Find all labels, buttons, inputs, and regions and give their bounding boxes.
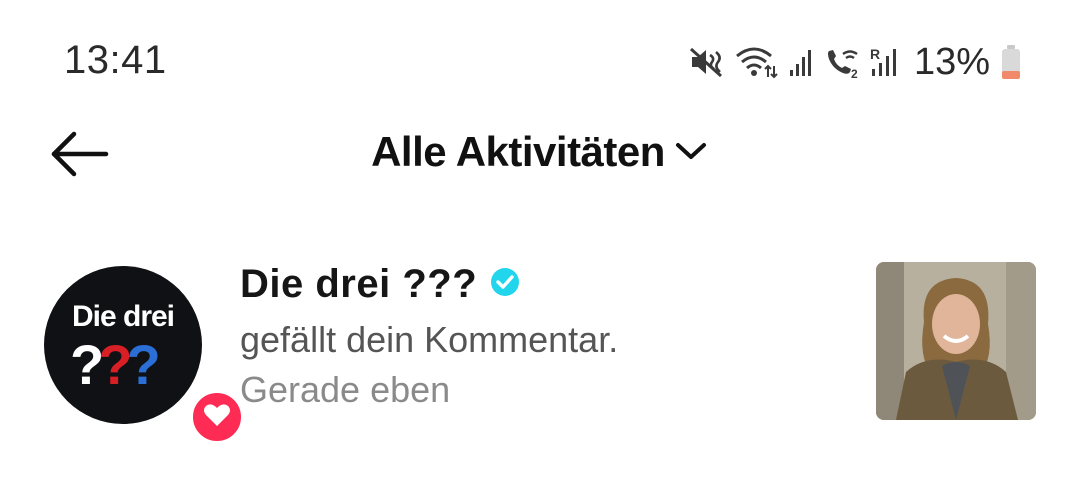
chevron-down-icon xyxy=(673,138,709,167)
svg-text:R: R xyxy=(870,46,880,62)
notification-text: Die drei ??? gefällt dein Kommentar. Ger… xyxy=(240,262,618,411)
wifi-calling-icon: 2 xyxy=(824,45,860,79)
like-badge xyxy=(188,388,246,446)
status-bar: 13:41 2 R 13% xyxy=(0,0,1080,120)
avatar[interactable]: Die drei ??? xyxy=(44,266,246,446)
signal-icon xyxy=(788,45,814,79)
verified-badge-icon xyxy=(489,266,521,303)
mute-icon xyxy=(688,45,724,79)
page-title: Alle Aktivitäten xyxy=(371,128,665,175)
status-time: 13:41 xyxy=(64,38,167,82)
svg-text:2: 2 xyxy=(851,67,858,79)
notification-item[interactable]: Die drei ??? Die drei ??? gefällt dein K… xyxy=(0,250,1080,446)
video-thumbnail[interactable] xyxy=(876,262,1036,420)
status-icons: 2 R 13% xyxy=(688,40,1022,84)
username[interactable]: Die drei ??? xyxy=(240,262,477,307)
avatar-logo-text: Die drei xyxy=(71,300,175,333)
activity-filter-dropdown[interactable]: Alle Aktivitäten xyxy=(0,128,1080,176)
heart-icon xyxy=(203,402,231,433)
notification-action: gefällt dein Kommentar. xyxy=(240,319,619,360)
header: Alle Aktivitäten xyxy=(0,118,1080,194)
battery-percent: 13% xyxy=(913,40,990,83)
avatar-logo-marks: ??? xyxy=(70,333,161,396)
notification-time: Gerade eben xyxy=(240,369,451,410)
battery-icon xyxy=(1000,44,1022,80)
thumbnail-image xyxy=(876,262,1036,420)
wifi-icon xyxy=(734,45,778,79)
roaming-signal-icon: R xyxy=(870,45,900,79)
